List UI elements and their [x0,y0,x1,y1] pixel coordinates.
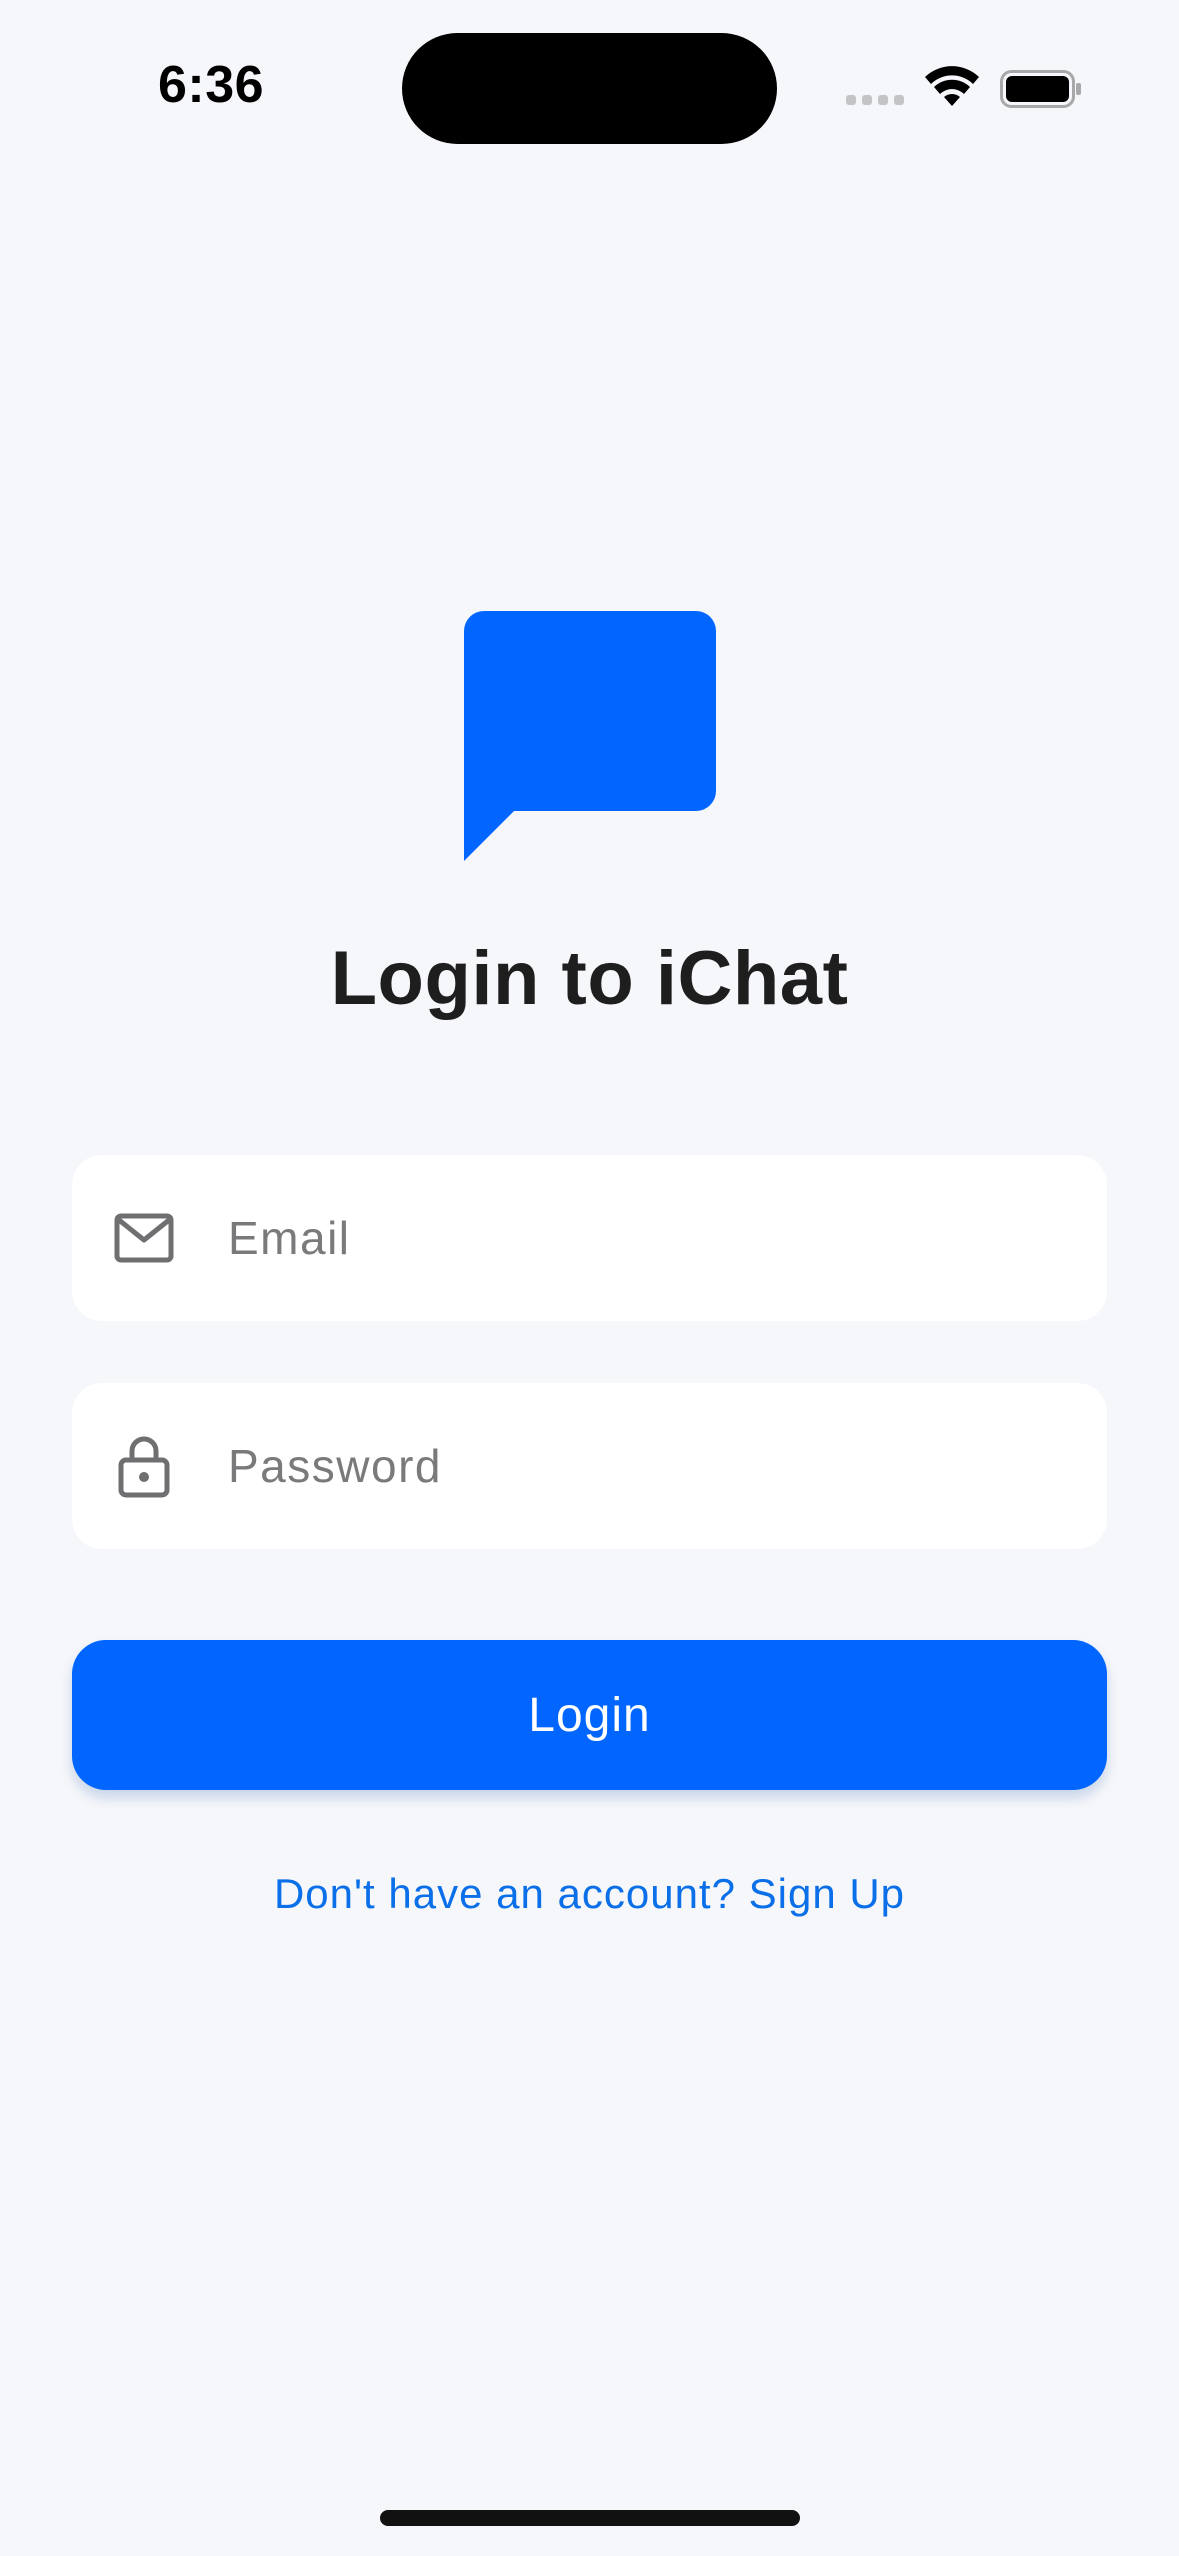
page-title: Login to iChat [330,936,849,1021]
email-field[interactable] [72,1155,1107,1321]
email-input[interactable] [228,1155,1068,1321]
password-field[interactable] [72,1383,1107,1549]
battery-icon [1000,70,1081,108]
dynamic-island [402,33,777,144]
login-button[interactable]: Login [72,1640,1107,1790]
signup-link[interactable]: Don't have an account? Sign Up [0,1870,1179,1918]
lock-icon [112,1434,176,1498]
cellular-signal-icon [846,95,904,105]
wifi-icon [925,66,979,106]
envelope-icon [112,1206,176,1270]
chat-bubble-icon [464,611,716,861]
status-time: 6:36 [158,56,265,114]
password-input[interactable] [228,1383,1068,1549]
home-indicator[interactable] [380,2510,800,2526]
